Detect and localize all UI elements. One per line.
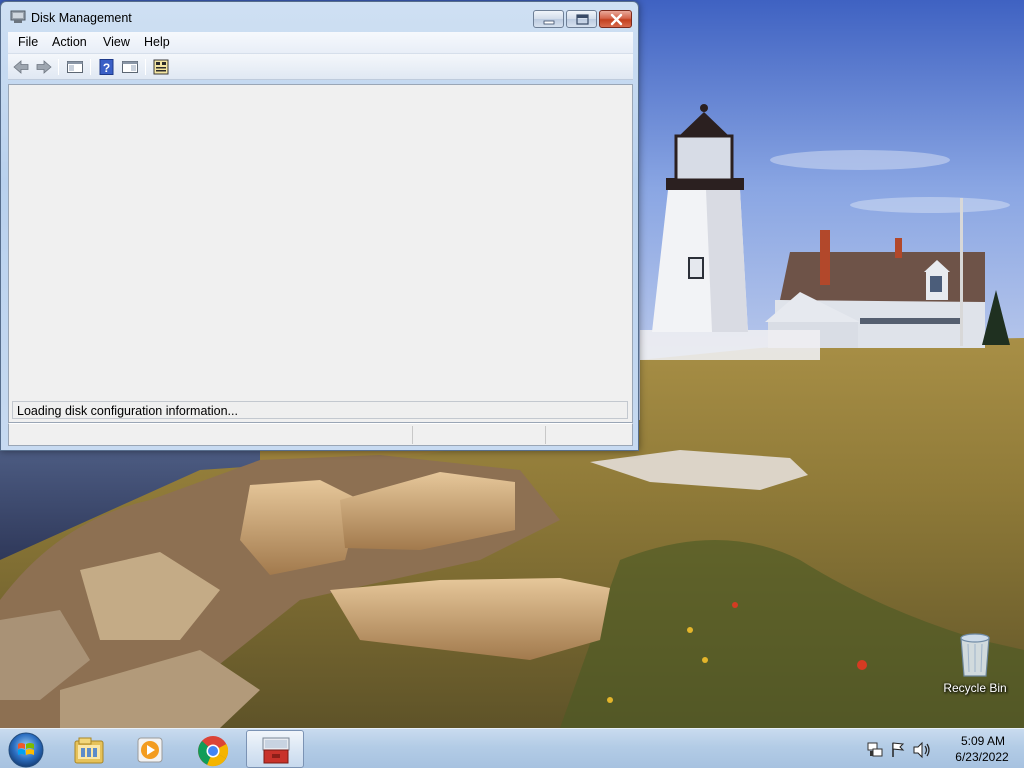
chrome-icon (198, 736, 229, 767)
maximize-button[interactable] (566, 10, 597, 28)
status-pane (412, 426, 542, 444)
toolbar-separator (90, 59, 91, 75)
clock-time[interactable]: 5:09 AM (948, 734, 1018, 748)
menu-view[interactable]: View (103, 35, 130, 49)
disk-properties-icon (153, 59, 169, 75)
minimize-icon (543, 20, 555, 25)
disk-properties-button[interactable] (152, 58, 170, 76)
close-icon (610, 13, 623, 26)
status-bar (8, 423, 633, 446)
network-icon[interactable] (866, 741, 884, 759)
disk-view-pane: Loading disk configuration information..… (8, 84, 633, 423)
back-button[interactable] (12, 58, 30, 76)
folder-library-icon (74, 737, 104, 764)
window-title: Disk Management (31, 11, 132, 25)
minimize-button[interactable] (533, 10, 564, 28)
recycle-bin-label: Recycle Bin (943, 681, 1007, 695)
show-hide-action-pane-button[interactable] (121, 58, 139, 76)
disk-management-app-icon (10, 10, 26, 23)
help-icon: ? (99, 59, 114, 75)
menu-file[interactable]: File (18, 35, 38, 49)
taskbar-computer-management[interactable] (246, 730, 304, 768)
help-button[interactable]: ? (98, 58, 116, 76)
taskbar-chrome[interactable] (184, 730, 242, 768)
recycle-bin-desktop-icon[interactable]: Recycle Bin (937, 630, 1013, 695)
maximize-icon (576, 14, 589, 25)
toolbar-separator (58, 59, 59, 75)
forward-button[interactable] (35, 58, 53, 76)
title-bar[interactable]: Disk Management (1, 2, 638, 32)
media-player-icon (137, 737, 163, 763)
show-hide-console-tree-icon (67, 61, 83, 73)
status-pane (545, 426, 631, 444)
taskbar-windows-explorer[interactable] (60, 730, 118, 768)
show-hide-action-pane-icon (122, 61, 138, 73)
recycle-bin-icon (960, 633, 990, 677)
taskbar-media-player[interactable] (122, 730, 180, 768)
menu-action[interactable]: Action (52, 35, 87, 49)
menu-help[interactable]: Help (144, 35, 170, 49)
close-button[interactable] (599, 10, 632, 28)
taskbar: 5:09 AM 6/23/2022 (0, 728, 1024, 768)
show-hide-console-tree-button[interactable] (66, 58, 84, 76)
menu-bar: File Action View Help (8, 32, 633, 54)
action-center-flag-icon[interactable] (890, 741, 906, 759)
volume-icon[interactable] (912, 741, 932, 759)
start-button[interactable] (4, 729, 50, 768)
clock-date[interactable]: 6/23/2022 (942, 750, 1022, 764)
svg-text:?: ? (103, 61, 110, 75)
disk-management-window: Disk Management File Action View Help ? … (0, 1, 639, 451)
toolbox-icon (262, 737, 290, 764)
loading-status-panel: Loading disk configuration information..… (12, 401, 628, 419)
loading-message: Loading disk configuration information..… (17, 404, 238, 418)
windows-start-orb-icon (8, 732, 44, 768)
system-tray: 5:09 AM 6/23/2022 (860, 729, 1024, 768)
back-arrow-icon (13, 60, 29, 74)
toolbar-separator (145, 59, 146, 75)
forward-arrow-icon (36, 60, 52, 74)
toolbar: ? (8, 54, 633, 80)
